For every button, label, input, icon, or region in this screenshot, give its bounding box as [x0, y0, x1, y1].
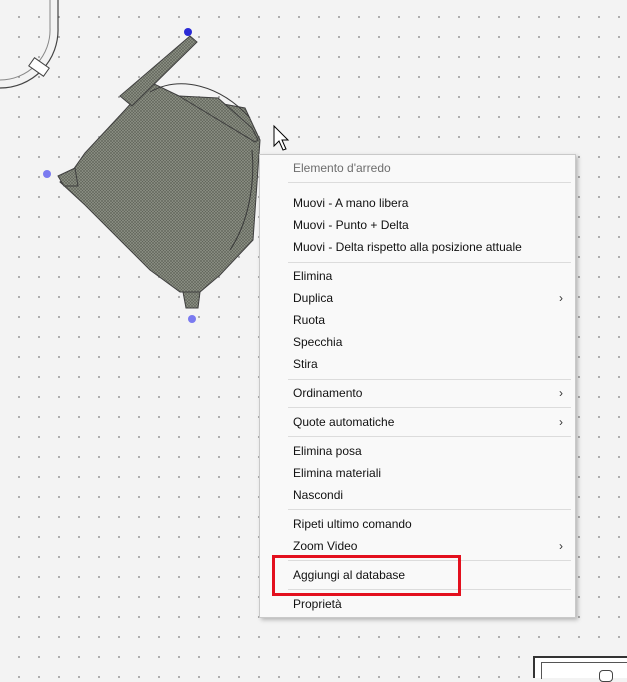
- menu-separator: [288, 262, 571, 263]
- mouse-pointer-icon: [273, 124, 290, 151]
- menu-separator: [288, 509, 571, 510]
- menu-item-delete-installation[interactable]: Elimina posa: [260, 440, 575, 462]
- menu-item-properties[interactable]: Proprietà: [260, 593, 575, 615]
- menu-separator: [288, 379, 571, 380]
- selection-handle-bottom[interactable]: [188, 315, 196, 323]
- furniture-shape-corner[interactable]: [533, 656, 627, 682]
- menu-item-duplicate[interactable]: Duplica ›: [260, 287, 575, 309]
- furniture-shape-inner: [541, 662, 627, 679]
- menu-item-hide[interactable]: Nascondi: [260, 484, 575, 506]
- menu-separator: [288, 436, 571, 437]
- menu-item-move-point-delta[interactable]: Muovi - Punto + Delta: [260, 214, 575, 236]
- menu-item-move-freehand[interactable]: Muovi - A mano libera: [260, 192, 575, 214]
- menu-item-delete-materials[interactable]: Elimina materiali: [260, 462, 575, 484]
- selected-furniture-element[interactable]: [57, 35, 261, 309]
- menu-item-stretch[interactable]: Stira: [260, 353, 575, 375]
- menu-item-label: Zoom Video: [293, 539, 358, 553]
- chevron-right-icon: ›: [559, 291, 563, 305]
- menu-item-mirror[interactable]: Specchia: [260, 331, 575, 353]
- round-table-shape[interactable]: [0, 0, 59, 89]
- chevron-right-icon: ›: [559, 415, 563, 429]
- chevron-right-icon: ›: [559, 386, 563, 400]
- menu-item-label: Quote automatiche: [293, 415, 395, 429]
- menu-item-zoom-video[interactable]: Zoom Video ›: [260, 535, 575, 557]
- menu-item-delete[interactable]: Elimina: [260, 265, 575, 287]
- selection-handle-left[interactable]: [43, 170, 51, 178]
- chevron-right-icon: ›: [559, 539, 563, 553]
- menu-separator: [288, 407, 571, 408]
- menu-item-move-delta-current[interactable]: Muovi - Delta rispetto alla posizione at…: [260, 236, 575, 258]
- menu-item-label: Ordinamento: [293, 386, 363, 400]
- menu-item-ordering[interactable]: Ordinamento ›: [260, 382, 575, 404]
- selection-handle-top[interactable]: [184, 28, 192, 36]
- menu-item-label: Duplica: [293, 291, 334, 305]
- menu-item-repeat-last[interactable]: Ripeti ultimo comando: [260, 513, 575, 535]
- menu-item-rotate[interactable]: Ruota: [260, 309, 575, 331]
- furniture-shape-knob: [599, 670, 613, 682]
- menu-item-auto-dimensions[interactable]: Quote automatiche ›: [260, 411, 575, 433]
- context-menu: Elemento d'arredo Muovi - A mano libera …: [259, 154, 576, 618]
- highlight-annotation-box: [272, 555, 461, 596]
- menu-separator: [288, 182, 571, 183]
- menu-header-furniture-element: Elemento d'arredo: [293, 161, 391, 175]
